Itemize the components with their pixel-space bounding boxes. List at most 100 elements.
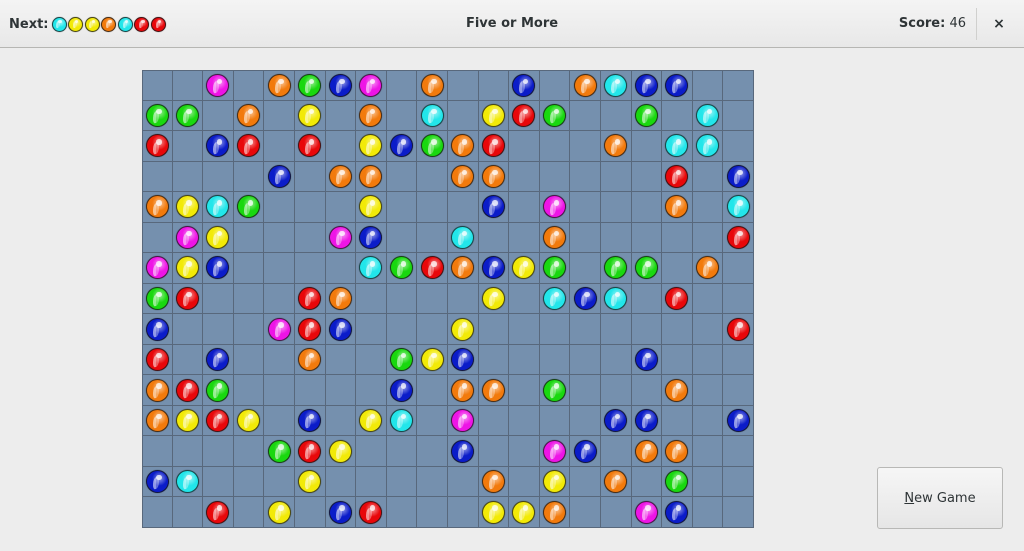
orange-ball-icon[interactable] (604, 134, 628, 158)
board-cell[interactable] (233, 100, 265, 132)
board-cell[interactable] (539, 314, 571, 345)
board-cell[interactable] (386, 192, 418, 223)
board-cell[interactable] (325, 70, 357, 101)
board-cell[interactable] (325, 466, 357, 498)
board-cell[interactable] (417, 253, 448, 284)
yellow-ball-icon[interactable] (298, 470, 322, 494)
board-cell[interactable] (570, 100, 601, 132)
board-cell[interactable] (172, 375, 204, 406)
board-cell[interactable] (509, 70, 540, 101)
blue-ball-icon[interactable] (726, 164, 750, 188)
board-cell[interactable] (539, 161, 571, 193)
cyan-ball-icon[interactable] (696, 134, 720, 158)
cyan-ball-icon[interactable] (604, 73, 628, 97)
board-cell[interactable] (356, 436, 387, 467)
board-cell[interactable] (509, 436, 540, 467)
board-cell[interactable] (601, 436, 632, 467)
cyan-ball-icon[interactable] (604, 286, 628, 310)
board-cell[interactable] (692, 375, 724, 406)
orange-ball-icon[interactable] (145, 195, 169, 219)
red-ball-icon[interactable] (420, 256, 444, 280)
green-ball-icon[interactable] (390, 348, 414, 372)
board-cell[interactable] (295, 192, 326, 223)
board-cell[interactable] (233, 436, 265, 467)
yellow-ball-icon[interactable] (481, 103, 505, 127)
board-cell[interactable] (356, 314, 387, 345)
board-cell[interactable] (142, 131, 173, 162)
orange-ball-icon[interactable] (359, 103, 383, 127)
board-cell[interactable] (233, 222, 265, 254)
red-ball-icon[interactable] (145, 348, 169, 372)
board-cell[interactable] (417, 161, 448, 193)
blue-ball-icon[interactable] (573, 439, 597, 463)
yellow-ball-icon[interactable] (175, 195, 199, 219)
board-cell[interactable] (539, 192, 571, 223)
board-cell[interactable] (448, 131, 479, 162)
board-cell[interactable] (417, 466, 448, 498)
board-cell[interactable] (142, 375, 173, 406)
orange-ball-icon[interactable] (451, 378, 475, 402)
yellow-ball-icon[interactable] (543, 470, 567, 494)
board-cell[interactable] (662, 497, 693, 528)
board-cell[interactable] (386, 344, 418, 376)
board-cell[interactable] (264, 131, 295, 162)
board-cell[interactable] (325, 283, 357, 315)
magenta-ball-icon[interactable] (328, 225, 352, 249)
board-cell[interactable] (325, 222, 357, 254)
board-cell[interactable] (509, 161, 540, 193)
board-cell[interactable] (417, 192, 448, 223)
board-cell[interactable] (386, 131, 418, 162)
board-cell[interactable] (631, 314, 663, 345)
orange-ball-icon[interactable] (328, 286, 352, 310)
board-cell[interactable] (631, 192, 663, 223)
board-cell[interactable] (539, 283, 571, 315)
red-ball-icon[interactable] (298, 134, 322, 158)
blue-ball-icon[interactable] (481, 256, 505, 280)
blue-ball-icon[interactable] (206, 348, 230, 372)
board-cell[interactable] (417, 314, 448, 345)
board-cell[interactable] (233, 131, 265, 162)
green-ball-icon[interactable] (634, 103, 658, 127)
board-cell[interactable] (692, 436, 724, 467)
board-cell[interactable] (723, 436, 754, 467)
board-cell[interactable] (325, 436, 357, 467)
blue-ball-icon[interactable] (145, 317, 169, 341)
orange-ball-icon[interactable] (481, 378, 505, 402)
board-cell[interactable] (478, 314, 510, 345)
green-ball-icon[interactable] (420, 134, 444, 158)
board-cell[interactable] (264, 466, 295, 498)
board-cell[interactable] (417, 436, 448, 467)
board-cell[interactable] (662, 192, 693, 223)
board-cell[interactable] (386, 405, 418, 437)
board-cell[interactable] (692, 161, 724, 193)
board-cell[interactable] (509, 100, 540, 132)
orange-ball-icon[interactable] (145, 409, 169, 433)
board-cell[interactable] (570, 314, 601, 345)
board-cell[interactable] (539, 466, 571, 498)
board-cell[interactable] (386, 466, 418, 498)
red-ball-icon[interactable] (359, 500, 383, 524)
board-cell[interactable] (448, 70, 479, 101)
board-cell[interactable] (172, 192, 204, 223)
board-cell[interactable] (601, 375, 632, 406)
board-cell[interactable] (203, 222, 234, 254)
board-cell[interactable] (692, 222, 724, 254)
blue-ball-icon[interactable] (359, 225, 383, 249)
board-cell[interactable] (631, 161, 663, 193)
board-cell[interactable] (172, 161, 204, 193)
magenta-ball-icon[interactable] (543, 195, 567, 219)
yellow-ball-icon[interactable] (359, 134, 383, 158)
red-ball-icon[interactable] (298, 317, 322, 341)
yellow-ball-icon[interactable] (451, 317, 475, 341)
board-cell[interactable] (325, 314, 357, 345)
cyan-ball-icon[interactable] (390, 409, 414, 433)
board-cell[interactable] (295, 161, 326, 193)
board-cell[interactable] (448, 375, 479, 406)
board-cell[interactable] (386, 253, 418, 284)
board-cell[interactable] (295, 436, 326, 467)
board-cell[interactable] (172, 131, 204, 162)
blue-ball-icon[interactable] (328, 73, 352, 97)
board-cell[interactable] (723, 375, 754, 406)
board-cell[interactable] (478, 497, 510, 528)
board-cell[interactable] (601, 497, 632, 528)
